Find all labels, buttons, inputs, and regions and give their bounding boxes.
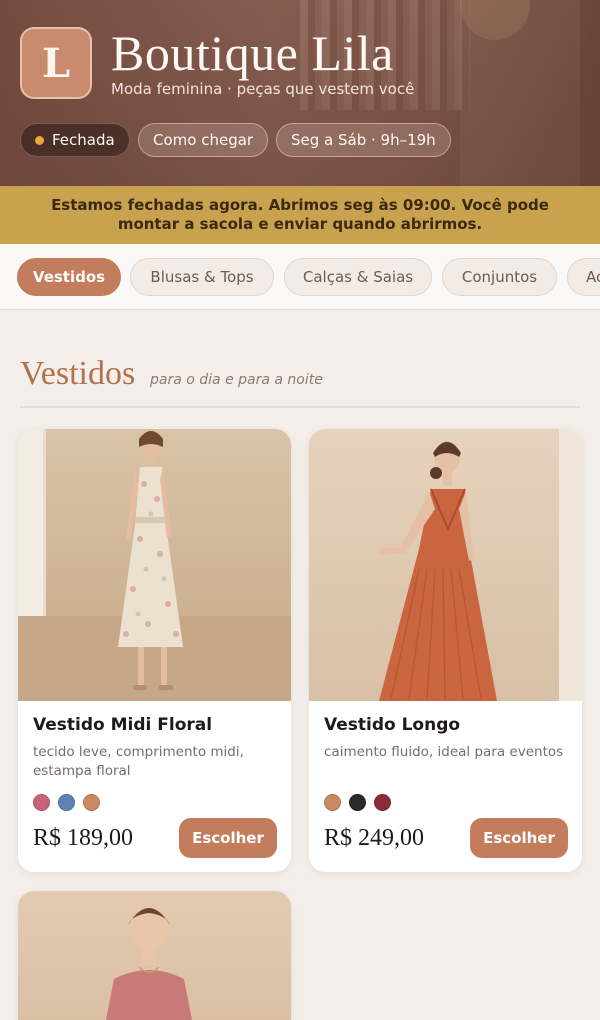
hours-chip[interactable]: Seg a Sáb · 9h–19h <box>276 123 451 157</box>
model-long-dress-image <box>379 429 582 701</box>
status-label: Fechada <box>52 131 115 149</box>
color-swatch[interactable] <box>374 794 391 811</box>
store-name: Boutique Lila <box>111 25 394 81</box>
directions-button[interactable]: Como chegar <box>138 123 269 157</box>
model-floral-dress-image <box>118 429 183 690</box>
closed-notice-text: Estamos fechadas agora. Abrimos seg às 0… <box>51 196 549 233</box>
hours-label: Seg a Sáb · 9h–19h <box>291 131 436 149</box>
color-swatch[interactable] <box>349 794 366 811</box>
choose-button[interactable]: Escolher <box>179 818 277 858</box>
product-card[interactable]: Vestido Longo caimento fluido, ideal par… <box>309 429 582 872</box>
product-name: Vestido Longo <box>324 715 461 735</box>
color-swatch[interactable] <box>33 794 50 811</box>
color-swatch[interactable] <box>83 794 100 811</box>
color-swatches <box>33 794 276 811</box>
color-swatches <box>324 794 567 811</box>
section-divider <box>20 406 580 408</box>
model-blouse-image <box>106 903 192 1020</box>
tab-acessorios[interactable]: Ac <box>567 258 600 296</box>
tab-vestidos[interactable]: Vestidos <box>17 258 121 296</box>
product-photo[interactable] <box>309 429 582 701</box>
section-title: Vestidos <box>20 355 136 392</box>
status-dot-icon <box>35 135 44 145</box>
product-price: R$ 189,00 <box>33 825 134 851</box>
color-swatch[interactable] <box>58 794 75 811</box>
store-logo: L <box>20 27 92 99</box>
product-description: caimento fluido, ideal para eventos <box>324 744 564 760</box>
closed-notice-banner: Estamos fechadas agora. Abrimos seg às 0… <box>0 186 600 244</box>
category-tabs: Vestidos Blusas & Tops Calças & Saias Co… <box>0 244 600 310</box>
product-price: R$ 249,00 <box>324 825 425 851</box>
product-card[interactable]: Vestido Midi Floral tecido leve, comprim… <box>18 429 291 872</box>
section-subtitle: para o dia e para a noite <box>150 372 323 388</box>
status-badge: Fechada <box>20 123 130 157</box>
logo-letter: L <box>41 39 71 87</box>
choose-button[interactable]: Escolher <box>470 818 568 858</box>
product-photo[interactable] <box>18 429 291 701</box>
product-name: Vestido Midi Floral <box>33 715 213 735</box>
directions-label: Como chegar <box>153 131 254 149</box>
tab-calcas-saias[interactable]: Calças & Saias <box>284 258 432 296</box>
color-swatch[interactable] <box>324 794 341 811</box>
tab-blusas-tops[interactable]: Blusas & Tops <box>130 258 274 296</box>
store-tagline: Moda feminina · peças que vestem você <box>111 80 415 98</box>
product-card[interactable] <box>18 891 291 1020</box>
product-photo[interactable] <box>18 891 291 1020</box>
product-description: tecido leve, comprimento midi, estampa f… <box>33 744 244 779</box>
tab-conjuntos[interactable]: Conjuntos <box>442 258 557 296</box>
store-header: L Boutique Lila Moda feminina · peças qu… <box>0 0 600 186</box>
